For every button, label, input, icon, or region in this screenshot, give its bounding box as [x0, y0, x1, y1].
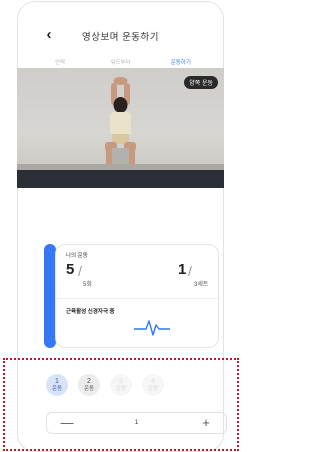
exercise-card: 나의 운동 5 / 5회 1 / 3세트 근육활성 신경자극 중 [55, 244, 219, 348]
set-number: 2 [87, 377, 91, 385]
set-dot-1[interactable]: 1 운동 [46, 374, 68, 396]
card-label: 나의 운동 [66, 253, 88, 259]
set-dot-2[interactable]: 2 운동 [78, 374, 100, 396]
decrement-button[interactable]: — [47, 413, 87, 433]
card-stats: 나의 운동 5 / 5회 1 / 3세트 [56, 245, 218, 299]
exercise-video[interactable]: 양쪽 운동 [17, 68, 224, 188]
status-label: 근육활성 신경자극 중 [66, 309, 115, 315]
highlight-region [3, 358, 239, 451]
set-dot-3[interactable]: 3 운동 [110, 374, 132, 396]
reps-current: 5 [66, 261, 75, 278]
set-number: 3 [119, 377, 123, 385]
page-title: 영상보며 운동하기 [81, 32, 160, 43]
reps-slash: / [78, 263, 82, 279]
set-number: 4 [151, 377, 155, 385]
set-selector: 1 운동 2 운동 3 운동 4 운동 [46, 374, 226, 398]
sets-unit: 3세트 [194, 282, 209, 288]
set-label: 운동 [147, 385, 159, 392]
set-dot-4[interactable]: 4 운동 [142, 374, 164, 396]
video-floor [17, 164, 224, 188]
video-badge: 양쪽 운동 [184, 76, 218, 89]
set-label: 운동 [83, 385, 95, 392]
sets-slash: / [188, 263, 192, 279]
reps-unit: 5회 [83, 282, 92, 288]
sets-current: 1 [178, 261, 187, 278]
quantity-stepper: — 1 + [46, 412, 227, 434]
set-label: 운동 [115, 385, 127, 392]
stepper-value: 1 [134, 420, 139, 426]
increment-button[interactable]: + [186, 413, 226, 433]
pulse-wave-icon [134, 320, 170, 336]
set-number: 1 [55, 377, 59, 385]
header: ‹ 영상보며 운동하기 안락 워드부터 운동하기 [18, 2, 223, 71]
set-label: 운동 [51, 385, 63, 392]
